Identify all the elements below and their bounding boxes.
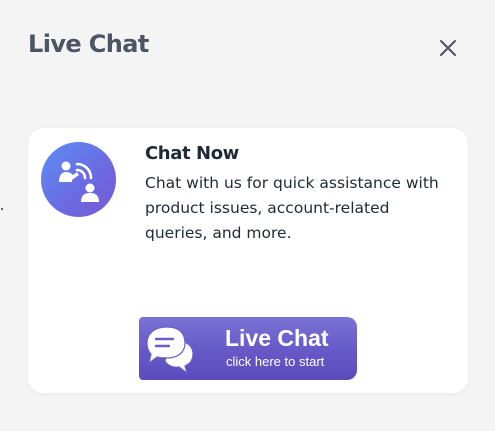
close-button[interactable] (432, 32, 464, 64)
live-chat-button-label: Live Chat (225, 325, 329, 351)
close-icon (440, 40, 456, 56)
card-title: Chat Now (145, 143, 239, 164)
chat-now-card: Chat Now Chat with us for quick assistan… (28, 128, 468, 393)
stray-dot (1, 208, 3, 210)
card-description: Chat with us for quick assistance with p… (145, 174, 439, 242)
modal-title: Live Chat (28, 30, 149, 58)
live-chat-button[interactable]: Live Chat click here to start (139, 317, 357, 380)
support-agent-icon (58, 161, 99, 202)
support-avatar (41, 142, 116, 217)
modal-header: Live Chat (0, 0, 495, 100)
chat-bubbles-icon (146, 326, 194, 375)
live-chat-button-sublabel: click here to start (226, 354, 325, 369)
